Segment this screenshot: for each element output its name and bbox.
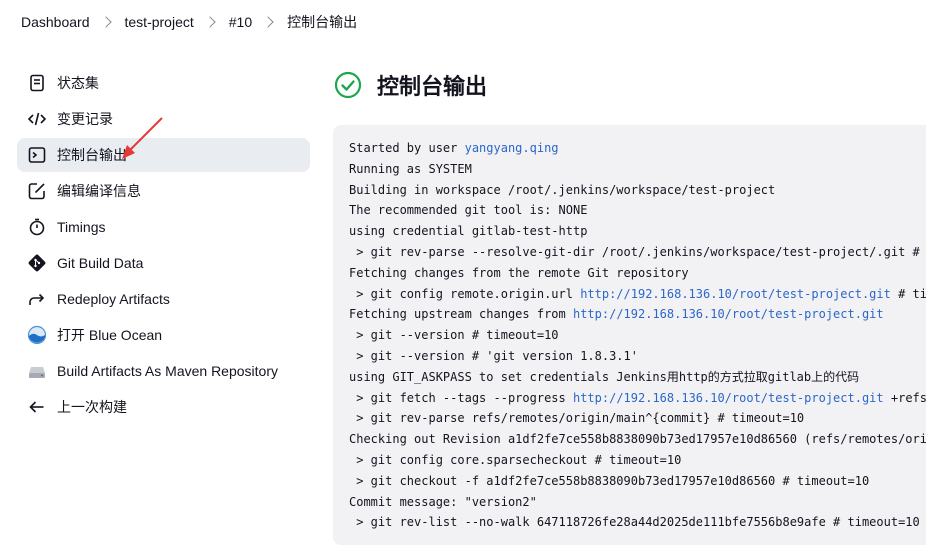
breadcrumb-label[interactable]: test-project xyxy=(125,14,194,30)
console-text: > git --version # timeout=10 xyxy=(349,328,559,343)
chevron-right-icon xyxy=(204,16,216,28)
git-icon xyxy=(27,253,47,273)
console-line: Fetching changes from the remote Git rep… xyxy=(349,263,926,284)
sidebar-item-blue-ocean[interactable]: 打开 Blue Ocean xyxy=(17,318,310,352)
console-text: Fetching changes from the remote Git rep… xyxy=(349,265,689,280)
chevron-right-icon xyxy=(262,16,274,28)
success-check-icon xyxy=(334,71,362,99)
page-header: 控制台输出 xyxy=(333,66,926,104)
console-text: Building in workspace /root/.jenkins/wor… xyxy=(349,182,776,197)
console-text: > git rev-parse --resolve-git-dir /root/… xyxy=(356,244,920,259)
sidebar-item-label: 状态集 xyxy=(57,75,99,91)
arrow-left-icon xyxy=(27,397,47,417)
console-link[interactable]: http://192.168.136.10/root/test-project.… xyxy=(580,287,891,301)
sidebar-item-label: Redeploy Artifacts xyxy=(57,291,170,307)
sidebar-item-label: 上一次构建 xyxy=(57,399,127,415)
sidebar-item-edit-build-info[interactable]: 编辑编译信息 xyxy=(17,174,310,208)
stopwatch-icon xyxy=(27,217,47,237)
sidebar-item-label: Timings xyxy=(57,219,106,235)
sidebar-item-git-build-data[interactable]: Git Build Data xyxy=(17,246,310,280)
console-text: > git config remote.origin.url xyxy=(349,286,581,301)
console-text: Checking out Revision a1df2fe7ce558b8838… xyxy=(349,432,926,447)
document-icon xyxy=(27,73,47,93)
console-text: using GIT_ASKPASS to set credentials Jen… xyxy=(349,369,860,384)
blue-ocean-icon xyxy=(27,325,47,345)
sidebar-item-previous-build[interactable]: 上一次构建 xyxy=(17,390,310,424)
share-arrow-icon xyxy=(27,289,47,309)
console-line: using credential gitlab-test-http xyxy=(349,221,926,242)
console-link[interactable]: http://192.168.136.10/root/test-project.… xyxy=(573,307,884,321)
sidebar-item-label: 编辑编译信息 xyxy=(57,183,141,199)
console-line: Running as SYSTEM xyxy=(349,159,926,180)
console-link[interactable]: yangyang.qing xyxy=(465,141,559,155)
console-text: Commit message: "version2" xyxy=(349,494,537,509)
sidebar-item-maven-repository[interactable]: Build Artifacts As Maven Repository xyxy=(17,354,310,388)
console-text: > git config core.sparsecheckout # timeo… xyxy=(349,452,682,467)
breadcrumb-label[interactable]: #10 xyxy=(229,14,252,30)
breadcrumb: Dashboard test-project #10 控制台输出 xyxy=(0,0,926,44)
console-text: > git --version # 'git version 1.8.3.1' xyxy=(349,348,638,363)
disk-icon xyxy=(27,361,47,381)
edit-icon xyxy=(27,181,47,201)
terminal-icon xyxy=(27,145,47,165)
console-text: > git rev-parse refs/remotes/origin/main… xyxy=(349,411,805,426)
console-text: using credential gitlab-test-http xyxy=(349,224,588,239)
console-line: Fetching upstream changes from http://19… xyxy=(349,304,926,325)
console-text: > git fetch --tags --progress xyxy=(349,390,573,405)
breadcrumb-label[interactable]: Dashboard xyxy=(21,14,90,30)
sidebar-item-label: 控制台输出 xyxy=(57,147,127,163)
sidebar-item-label: 打开 Blue Ocean xyxy=(57,327,163,343)
console-line: > git rev-parse refs/remotes/origin/main… xyxy=(349,408,926,429)
console-line: Commit message: "version2" xyxy=(349,492,926,513)
sidebar-item-label: 变更记录 xyxy=(57,111,113,127)
annotation-arrow-icon xyxy=(122,117,163,159)
main-content: 控制台输出 xyxy=(333,66,926,104)
console-line: > git rev-parse --resolve-git-dir /root/… xyxy=(349,242,926,263)
console-link[interactable]: http://192.168.136.10/root/test-project.… xyxy=(573,391,884,405)
console-line: > git checkout -f a1df2fe7ce558b8838090b… xyxy=(349,471,926,492)
console-line: The recommended git tool is: NONE xyxy=(349,200,926,221)
console-line: > git config remote.origin.url http://19… xyxy=(349,284,926,305)
console-text: Running as SYSTEM xyxy=(349,161,472,176)
console-text: The recommended git tool is: NONE xyxy=(349,203,588,218)
console-text: > git checkout -f a1df2fe7ce558b8838090b… xyxy=(349,473,870,488)
console-line: Started by user yangyang.qing xyxy=(349,138,926,159)
sidebar-item-status[interactable]: 状态集 xyxy=(17,66,310,100)
console-text: # timeout=10 xyxy=(898,286,926,301)
console-line: > git fetch --tags --progress http://192… xyxy=(349,388,926,409)
console-text: +refs/heads/*:refs/remotes/origin/* xyxy=(890,390,926,405)
breadcrumb-item-dashboard[interactable]: Dashboard xyxy=(21,14,125,30)
console-line: > git --version # timeout=10 xyxy=(349,325,926,346)
console-output: Started by user yangyang.qing Running as … xyxy=(333,125,926,545)
console-line: using GIT_ASKPASS to set credentials Jen… xyxy=(349,367,926,388)
page-title: 控制台输出 xyxy=(377,74,488,99)
console-text: Started by user xyxy=(349,141,465,155)
code-icon xyxy=(27,109,47,129)
sidebar-item-timings[interactable]: Timings xyxy=(17,210,310,244)
breadcrumb-item-build[interactable]: #10 xyxy=(229,14,287,30)
sidebar-item-redeploy-artifacts[interactable]: Redeploy Artifacts xyxy=(17,282,310,316)
sidebar-item-label: Git Build Data xyxy=(57,255,144,271)
breadcrumb-item-console[interactable]: 控制台输出 xyxy=(287,12,357,32)
sidebar-item-label: Build Artifacts As Maven Repository xyxy=(57,363,278,379)
console-text: Fetching upstream changes from xyxy=(349,307,573,322)
breadcrumb-label[interactable]: 控制台输出 xyxy=(287,12,357,32)
breadcrumb-item-project[interactable]: test-project xyxy=(125,14,229,30)
chevron-right-icon xyxy=(99,16,112,28)
console-line: Building in workspace /root/.jenkins/wor… xyxy=(349,180,926,201)
console-line: Checking out Revision a1df2fe7ce558b8838… xyxy=(349,429,926,450)
console-line: > git --version # 'git version 1.8.3.1' xyxy=(349,346,926,367)
console-line: > git config core.sparsecheckout # timeo… xyxy=(349,450,926,471)
console-text: > git rev-list --no-walk 647118726fe28a4… xyxy=(349,515,920,530)
